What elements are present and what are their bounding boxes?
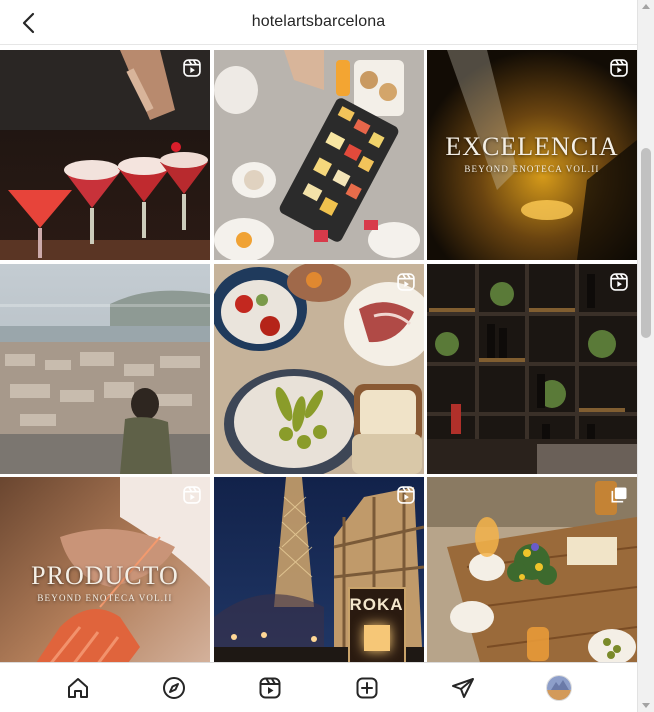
explore-icon (163, 676, 186, 699)
post-thumbnail (427, 477, 637, 662)
profile-header: hotelartsbarcelona (0, 0, 637, 45)
post-tile[interactable]: EXCELENCIA BEYOND ENOTECA VOL.II (427, 50, 637, 260)
nav-profile[interactable] (539, 668, 579, 708)
post-tile[interactable] (427, 477, 637, 662)
posts-grid: EXCELENCIA BEYOND ENOTECA VOL.II PRODUCT… (0, 50, 637, 662)
nav-home[interactable] (58, 668, 98, 708)
page-title: hotelartsbarcelona (251, 13, 386, 30)
back-button[interactable] (14, 10, 42, 36)
app-window: hotelartsbarcelona EXCELENCIA BEYOND ENO… (0, 0, 654, 712)
roka-sign: ROKA (347, 587, 406, 662)
overlay-title: PRODUCTO (31, 561, 179, 590)
post-tile[interactable] (213, 263, 424, 474)
reel-icon (396, 272, 415, 291)
post-tile[interactable]: PRODUCTO BEYOND ENOTECA VOL.II (0, 477, 210, 662)
reels-icon (259, 677, 281, 698)
nav-create[interactable] (347, 668, 387, 708)
multi-post-icon (611, 487, 627, 503)
scrollbar-thumb[interactable] (641, 148, 651, 338)
post-tile[interactable]: ROKA (213, 477, 424, 662)
post-thumbnail (213, 263, 424, 474)
reel-icon (396, 486, 415, 504)
direct-icon (451, 677, 474, 698)
scroll-down-arrow[interactable] (642, 703, 650, 708)
vertical-scrollbar[interactable] (637, 0, 654, 712)
overlay-subtitle: BEYOND ENOTECA VOL.II (37, 593, 173, 603)
post-overlay-text: EXCELENCIA BEYOND ENOTECA VOL.II (427, 132, 637, 174)
nav-reels[interactable] (250, 668, 290, 708)
post-tile[interactable] (427, 263, 637, 474)
reel-icon (183, 59, 201, 77)
overlay-title: EXCELENCIA (445, 132, 619, 161)
bottom-nav (0, 662, 637, 712)
profile-avatar (545, 674, 572, 701)
reel-icon (610, 272, 628, 291)
home-icon (68, 677, 89, 698)
reel-icon (610, 59, 628, 77)
create-icon (356, 677, 378, 698)
post-overlay-text: PRODUCTO BEYOND ENOTECA VOL.II (0, 561, 210, 603)
post-thumbnail (0, 263, 210, 474)
post-tile[interactable] (0, 50, 210, 260)
nav-explore[interactable] (154, 668, 194, 708)
post-thumbnail (0, 50, 210, 260)
roka-sign-label: ROKA (349, 595, 404, 614)
overlay-subtitle: BEYOND ENOTECA VOL.II (464, 164, 600, 174)
post-tile[interactable] (0, 263, 210, 474)
post-tile[interactable] (213, 50, 424, 260)
chevron-left-icon (22, 12, 35, 34)
nav-direct[interactable] (443, 668, 483, 708)
scroll-up-arrow[interactable] (642, 4, 650, 9)
post-thumbnail (427, 263, 637, 474)
reel-icon (183, 486, 201, 504)
post-thumbnail (213, 50, 424, 260)
